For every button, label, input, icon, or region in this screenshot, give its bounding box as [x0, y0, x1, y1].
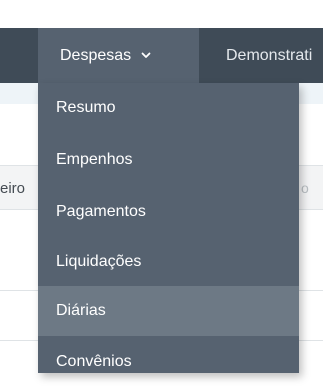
menu-item-convenios[interactable]: Convênios: [38, 337, 299, 387]
nav-item-demonstrativos-label: Demonstrati: [226, 46, 313, 64]
menu-item-liquidacoes[interactable]: Liquidações: [38, 237, 299, 287]
page-top-area: [0, 0, 323, 28]
nav-item-despesas-label: Despesas: [60, 46, 132, 64]
despesas-dropdown-menu: Resumo Empenhos Pagamentos Liquidações D…: [38, 83, 299, 373]
menu-item-label: Convênios: [56, 353, 132, 370]
table-header-cell-right: o: [301, 180, 309, 196]
menu-item-resumo[interactable]: Resumo: [38, 83, 299, 133]
nav-item-demonstrativos[interactable]: Demonstrati: [199, 28, 323, 83]
menu-item-label: Pagamentos: [56, 203, 146, 220]
chevron-down-icon: [141, 52, 151, 59]
nav-item-despesas[interactable]: Despesas: [38, 28, 199, 83]
menu-item-pagamentos[interactable]: Pagamentos: [38, 187, 299, 237]
menu-item-label: Diárias: [56, 302, 106, 319]
menu-item-diarias[interactable]: Diárias: [38, 286, 299, 336]
table-header-cell-left: eiro: [0, 180, 26, 197]
menu-item-label: Resumo: [56, 99, 116, 116]
menu-item-label: Empenhos: [56, 151, 133, 168]
menu-item-label: Liquidações: [56, 253, 142, 270]
top-navbar: Despesas Demonstrati: [0, 28, 323, 83]
menu-item-empenhos[interactable]: Empenhos: [38, 135, 299, 185]
